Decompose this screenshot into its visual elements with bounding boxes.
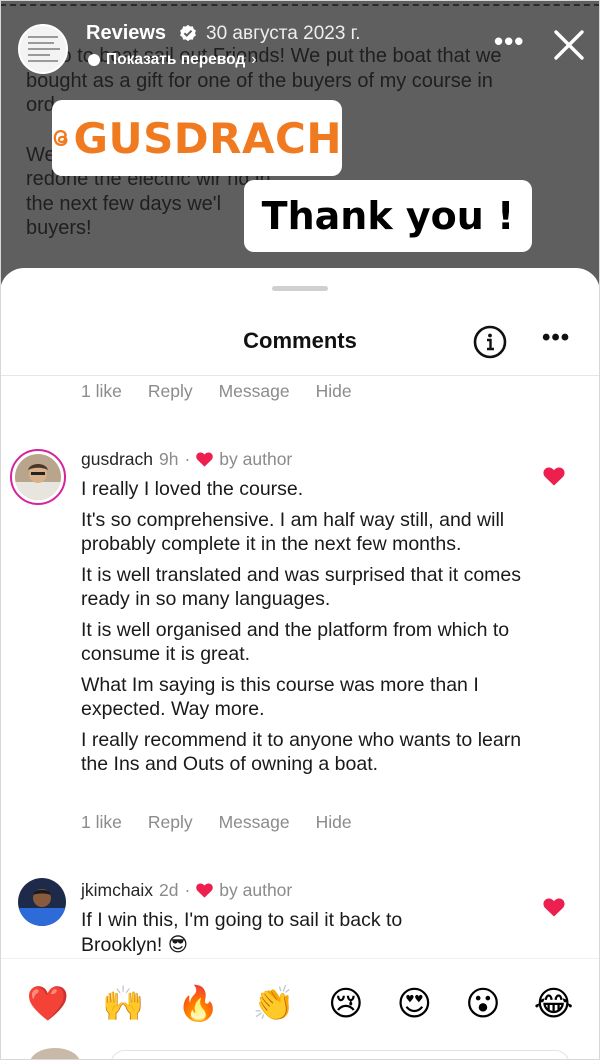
account-name[interactable]: Reviews	[86, 22, 166, 45]
liked-by-author: by author	[219, 449, 293, 469]
comment-username[interactable]: gusdrach	[81, 449, 153, 470]
likes-count[interactable]: 1 like	[81, 812, 122, 833]
message-button[interactable]: Message	[219, 812, 290, 833]
avatar-photo	[15, 454, 61, 500]
avatar[interactable]	[18, 878, 66, 926]
emoji-heart-eyes[interactable]: 😍	[397, 984, 432, 1024]
comment-like-button[interactable]	[543, 898, 565, 917]
comments-sheet: Comments ••• 1 like Reply Message Hide g…	[0, 268, 600, 1060]
sheet-title: Comments	[243, 328, 357, 353]
comment-paragraph: If I win this, I'm going to sail it back…	[81, 909, 403, 956]
hide-button[interactable]: Hide	[316, 812, 352, 833]
comment-composer	[0, 1046, 600, 1060]
composer-avatar	[30, 1048, 80, 1060]
emoji-fire[interactable]: 🔥	[177, 984, 219, 1024]
comment-time: 9h	[159, 449, 179, 469]
divider	[0, 375, 600, 376]
more-icon[interactable]: •••	[494, 26, 524, 57]
post-date: 30 августа 2023 г.	[206, 23, 361, 44]
separator-dot: ·	[184, 449, 191, 469]
emoji-reaction-bar: ❤️ 🙌 🔥 👏 😢 😍 😮 😂	[0, 958, 600, 1048]
emoji-laugh[interactable]: 😂	[534, 984, 574, 1024]
comment-paragraph: I really recommend it to anyone who want…	[81, 728, 522, 776]
translate-dot-icon	[88, 54, 100, 66]
reply-button[interactable]: Reply	[148, 381, 193, 402]
comment-actions: 1 like Reply Message Hide	[81, 381, 352, 402]
comment-paragraph: What Im saying is this course was more t…	[81, 673, 479, 721]
translate-link[interactable]: Показать перевод ›	[88, 51, 257, 69]
sheet-more-icon[interactable]: •••	[542, 324, 570, 352]
info-icon[interactable]	[473, 325, 507, 359]
story-header: Reviews 30 августа 2023 г. Показать пере…	[18, 20, 584, 74]
comment-meta: gusdrach 9h · by author	[81, 449, 292, 470]
comment-paragraph: I really I loved the course.	[81, 478, 304, 500]
hide-button[interactable]: Hide	[316, 381, 352, 402]
message-button[interactable]: Message	[219, 381, 290, 402]
comment-meta: jkimchaix 2d · by author	[81, 880, 292, 901]
close-icon[interactable]	[552, 28, 586, 62]
emoji-sad[interactable]: 😢	[328, 984, 363, 1024]
story-view: Hello to boat sail out Friends! We put t…	[0, 0, 600, 300]
drag-handle[interactable]	[272, 286, 328, 291]
account-avatar[interactable]	[18, 24, 68, 74]
comment-text: I really I loved the course. It's so com…	[81, 477, 541, 783]
mention-sticker[interactable]: GUSDRACH	[52, 100, 342, 176]
heart-icon	[196, 452, 214, 467]
emoji-raised-hands[interactable]: 🙌	[102, 984, 144, 1024]
comment-paragraph: It is well translated and was surprised …	[81, 563, 522, 611]
reply-button[interactable]: Reply	[148, 812, 193, 833]
chevron-right-icon: ›	[251, 51, 257, 68]
text-sticker: Thank you !	[244, 180, 532, 252]
emoji-clap[interactable]: 👏	[253, 984, 295, 1024]
comment-paragraph: It is well organised and the platform fr…	[81, 618, 510, 666]
emoji-heart[interactable]: ❤️	[27, 984, 69, 1024]
emoji-wow[interactable]: 😮	[465, 984, 500, 1024]
comment-actions: 1 like Reply Message Hide	[81, 812, 352, 833]
separator-dot: ·	[184, 880, 191, 900]
likes-count[interactable]: 1 like	[81, 381, 122, 402]
avatar[interactable]	[10, 449, 66, 505]
heart-icon	[196, 883, 214, 898]
comment-time: 2d	[158, 880, 179, 900]
comment-paragraph: It's so comprehensive. I am half way sti…	[81, 508, 505, 556]
translate-label: Показать перевод	[106, 51, 246, 68]
liked-by-author: by author	[219, 880, 293, 900]
comment-username[interactable]: jkimchaix	[81, 880, 153, 901]
avatar-photo	[18, 878, 66, 926]
comment-text: If I win this, I'm going to sail it back…	[81, 908, 481, 963]
comment-input[interactable]	[110, 1050, 570, 1060]
top-border	[0, 4, 600, 6]
threads-icon	[53, 129, 68, 147]
comment-like-button[interactable]	[543, 467, 565, 486]
verified-badge-icon	[180, 24, 196, 42]
mention-text: GUSDRACH	[73, 113, 342, 163]
